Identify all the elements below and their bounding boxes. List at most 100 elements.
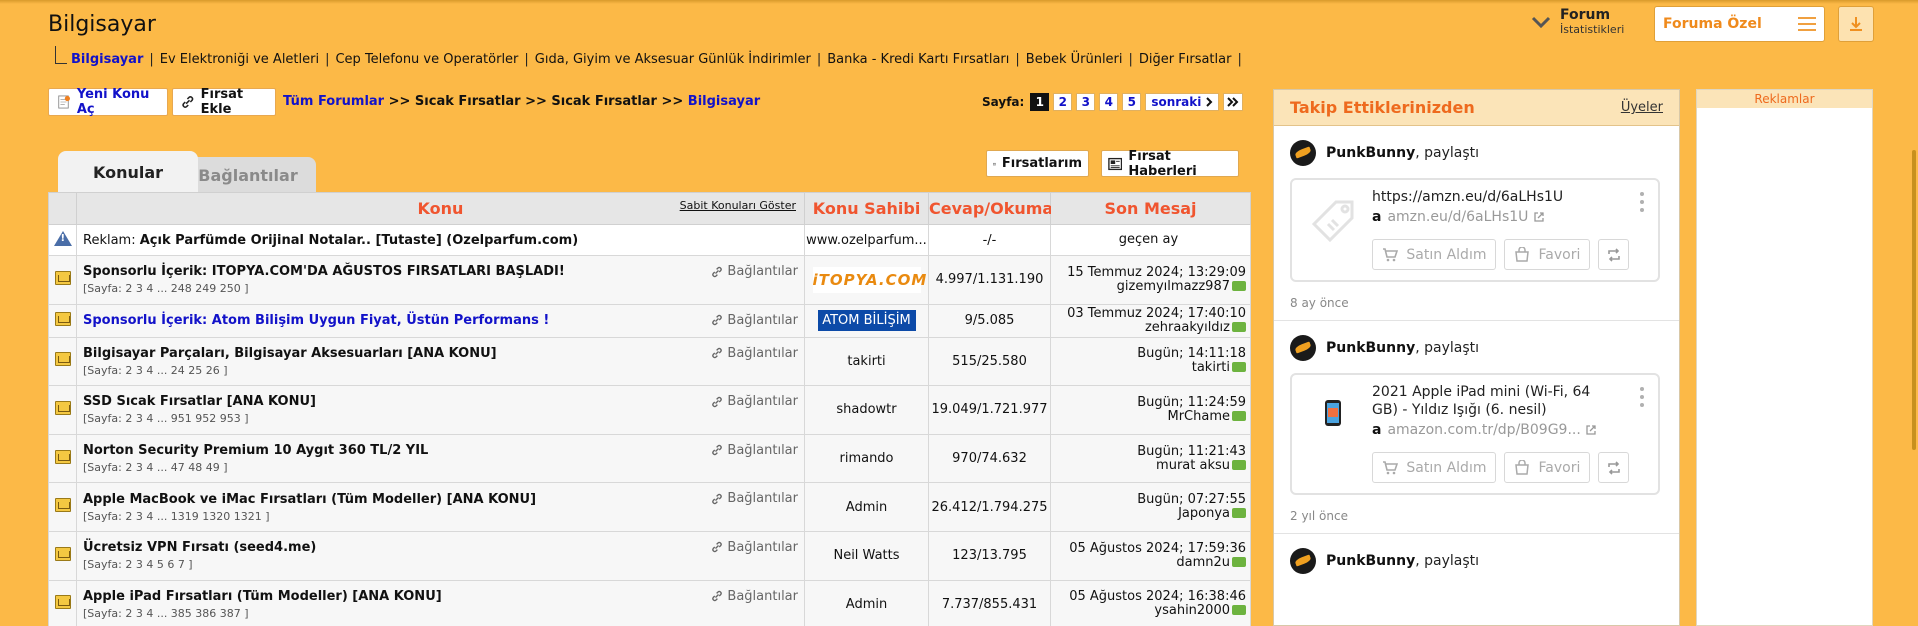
download-button[interactable] <box>1838 6 1874 42</box>
external-link-icon[interactable] <box>1585 424 1597 436</box>
table-row[interactable]: Sponsorlu İçerik: ITOPYA.COM'DA AĞUSTOS … <box>48 255 1251 305</box>
last-user[interactable]: zehraakyıldız <box>1145 320 1230 335</box>
topic-owner[interactable]: rimando <box>804 433 929 484</box>
breadcrumb-current[interactable]: Bilgisayar <box>688 94 760 109</box>
favorite-button[interactable]: Favori <box>1504 239 1590 270</box>
topic-owner[interactable]: takirti <box>804 336 929 387</box>
table-row[interactable]: Apple iPad Fırsatları (Tüm Modeller) [AN… <box>48 579 1251 626</box>
last-user[interactable]: takirti <box>1192 360 1230 375</box>
topic-title[interactable]: Sponsorlu İçerik: Atom Bilişim Uygun Fiy… <box>83 313 798 328</box>
last-user[interactable]: MrChame <box>1167 409 1230 424</box>
goto-last-icon[interactable] <box>1232 508 1246 519</box>
feed-user[interactable]: PunkBunny <box>1326 145 1415 161</box>
deal-news-button[interactable]: Fırsat Haberleri <box>1101 149 1239 179</box>
feed-user[interactable]: PunkBunny <box>1326 553 1415 569</box>
table-row[interactable]: Ücretsiz VPN Fırsatı (seed4.me) [Sayfa: 2… <box>48 530 1251 581</box>
ad-row[interactable]: Reklam: Açık Parfümde Orijinal Notalar..… <box>48 224 1251 256</box>
topic-links[interactable]: Bağlantılar <box>711 264 798 279</box>
topic-owner[interactable]: Neil Watts <box>804 530 929 581</box>
topic-owner[interactable]: shadowtr <box>804 385 929 435</box>
topic-links[interactable]: Bağlantılar <box>711 346 798 361</box>
next-page-button[interactable]: sonraki <box>1145 93 1219 111</box>
page-5[interactable]: 5 <box>1122 93 1142 111</box>
header-topic[interactable]: Konu Sabit Konuları Göster <box>76 192 805 225</box>
purchased-button[interactable]: Satın Aldım <box>1372 452 1496 483</box>
repost-button[interactable] <box>1598 452 1629 483</box>
external-link-icon[interactable] <box>1533 211 1545 223</box>
users-link[interactable]: Üyeler <box>1621 100 1663 115</box>
topic-links[interactable]: Bağlantılar <box>711 394 798 409</box>
topic-title[interactable]: Sponsorlu İçerik: ITOPYA.COM'DA AĞUSTOS … <box>83 264 798 279</box>
add-deal-button[interactable]: Fırsat Ekle <box>172 87 276 117</box>
avatar[interactable] <box>1290 335 1316 361</box>
shared-url[interactable]: https://amzn.eu/d/6aLHs1U <box>1372 188 1650 206</box>
topic-owner[interactable]: Admin <box>804 579 929 626</box>
breadcrumb-sicak-1[interactable]: >> Sıcak Fırsatlar <box>389 94 521 109</box>
avatar[interactable] <box>1290 548 1316 574</box>
page-4[interactable]: 4 <box>1099 93 1119 111</box>
topic-title[interactable]: Apple iPad Fırsatları (Tüm Modeller) [AN… <box>83 589 798 604</box>
goto-last-icon[interactable] <box>1232 410 1246 421</box>
atom-logo[interactable]: ATOM BİLİŞİM <box>817 310 916 332</box>
ad-title[interactable]: Açık Parfümde Orijinal Notalar.. [Tutast… <box>140 233 578 248</box>
header-replies[interactable]: Cevap/Okuma <box>928 192 1053 225</box>
topic-links[interactable]: Bağlantılar <box>711 589 798 604</box>
header-owner[interactable]: Konu Sahibi <box>804 192 929 225</box>
last-user[interactable]: murat aksu <box>1156 458 1230 473</box>
forum-stats-toggle[interactable]: Forum İstatistikleri <box>1530 8 1624 36</box>
goto-last-icon[interactable] <box>1232 280 1246 291</box>
shared-domain[interactable]: amazon.com.tr/dp/B09G9... <box>1387 422 1580 438</box>
topic-pages[interactable]: [Sayfa: 2 3 4 ... 24 25 26 ] <box>83 364 798 377</box>
last-page-button[interactable] <box>1222 93 1243 111</box>
subcat-gida-giyim[interactable]: Gıda, Giyim ve Aksesuar Günlük İndirimle… <box>535 52 811 67</box>
goto-last-icon[interactable] <box>1232 459 1246 470</box>
goto-last-icon[interactable] <box>1232 556 1246 567</box>
show-sticky-link[interactable]: Sabit Konuları Göster <box>680 199 796 212</box>
breadcrumb-sicak-2[interactable]: >> Sıcak Fırsatlar >> <box>525 94 683 109</box>
table-row[interactable]: Sponsorlu İçerik: Atom Bilişim Uygun Fiy… <box>48 303 1251 338</box>
shared-link-card[interactable]: 2021 Apple iPad mini (Wi-Fi, 64 GB) - Yı… <box>1290 373 1660 495</box>
ad-owner[interactable]: www.ozelparfum... <box>804 224 929 256</box>
goto-last-icon[interactable] <box>1232 362 1246 373</box>
subcat-diger[interactable]: Diğer Fırsatlar <box>1139 52 1232 67</box>
my-deals-button[interactable]: Fırsatlarım <box>986 150 1089 177</box>
forum-special-menu[interactable]: Foruma Özel <box>1654 6 1825 42</box>
topic-links[interactable]: Bağlantılar <box>711 491 798 506</box>
subcat-bilgisayar[interactable]: Bilgisayar <box>71 52 143 67</box>
table-row[interactable]: Bilgisayar Parçaları, Bilgisayar Aksesua… <box>48 336 1251 387</box>
tab-links[interactable]: Bağlantılar <box>180 157 316 193</box>
itopya-logo[interactable]: iTOPYA.COM <box>812 266 926 293</box>
topic-pages[interactable]: [Sayfa: 2 3 4 5 6 7 ] <box>83 558 798 571</box>
topic-title[interactable]: Norton Security Premium 10 Aygıt 360 TL/… <box>83 443 798 458</box>
page-3[interactable]: 3 <box>1076 93 1096 111</box>
topic-title[interactable]: SSD Sıcak Fırsatlar [ANA KONU] <box>83 394 798 409</box>
table-row[interactable]: Apple MacBook ve iMac Fırsatları (Tüm Mo… <box>48 482 1251 532</box>
avatar[interactable] <box>1290 140 1316 166</box>
topic-pages[interactable]: [Sayfa: 2 3 4 ... 951 952 953 ] <box>83 412 798 425</box>
favorite-button[interactable]: Favori <box>1504 452 1590 483</box>
table-row[interactable]: Norton Security Premium 10 Aygıt 360 TL/… <box>48 433 1251 484</box>
topic-pages[interactable]: [Sayfa: 2 3 4 ... 1319 1320 1321 ] <box>83 510 798 523</box>
shared-product-title[interactable]: 2021 Apple iPad mini (Wi-Fi, 64 GB) - Yı… <box>1372 383 1612 419</box>
subcat-ev-elektronigi[interactable]: Ev Elektroniği ve Aletleri <box>160 52 319 67</box>
page-1[interactable]: 1 <box>1030 93 1050 111</box>
last-user[interactable]: gizemyılmazz987 <box>1117 279 1230 294</box>
more-options-icon[interactable] <box>1640 192 1644 216</box>
subcat-bebek[interactable]: Bebek Ürünleri <box>1026 52 1123 67</box>
tab-topics[interactable]: Konular <box>58 151 198 193</box>
topic-links[interactable]: Bağlantılar <box>711 540 798 555</box>
page-2[interactable]: 2 <box>1053 93 1073 111</box>
topic-pages[interactable]: [Sayfa: 2 3 4 ... 47 48 49 ] <box>83 461 798 474</box>
purchased-button[interactable]: Satın Aldım <box>1372 239 1496 270</box>
table-row[interactable]: SSD Sıcak Fırsatlar [ANA KONU] [Sayfa: 2 … <box>48 385 1251 435</box>
breadcrumb-all-forums[interactable]: Tüm Forumlar <box>283 94 384 109</box>
header-last-message[interactable]: Son Mesaj <box>1050 192 1251 225</box>
goto-last-icon[interactable] <box>1232 321 1246 332</box>
new-topic-button[interactable]: Yeni Konu Aç <box>48 87 168 117</box>
topic-title[interactable]: Apple MacBook ve iMac Fırsatları (Tüm Mo… <box>83 492 798 507</box>
last-user[interactable]: damn2u <box>1176 555 1230 570</box>
topic-pages[interactable]: [Sayfa: 2 3 4 ... 385 386 387 ] <box>83 607 798 620</box>
topic-pages[interactable]: [Sayfa: 2 3 4 ... 248 249 250 ] <box>83 282 798 295</box>
feed-user[interactable]: PunkBunny <box>1326 340 1415 356</box>
topic-title[interactable]: Ücretsiz VPN Fırsatı (seed4.me) <box>83 540 798 555</box>
